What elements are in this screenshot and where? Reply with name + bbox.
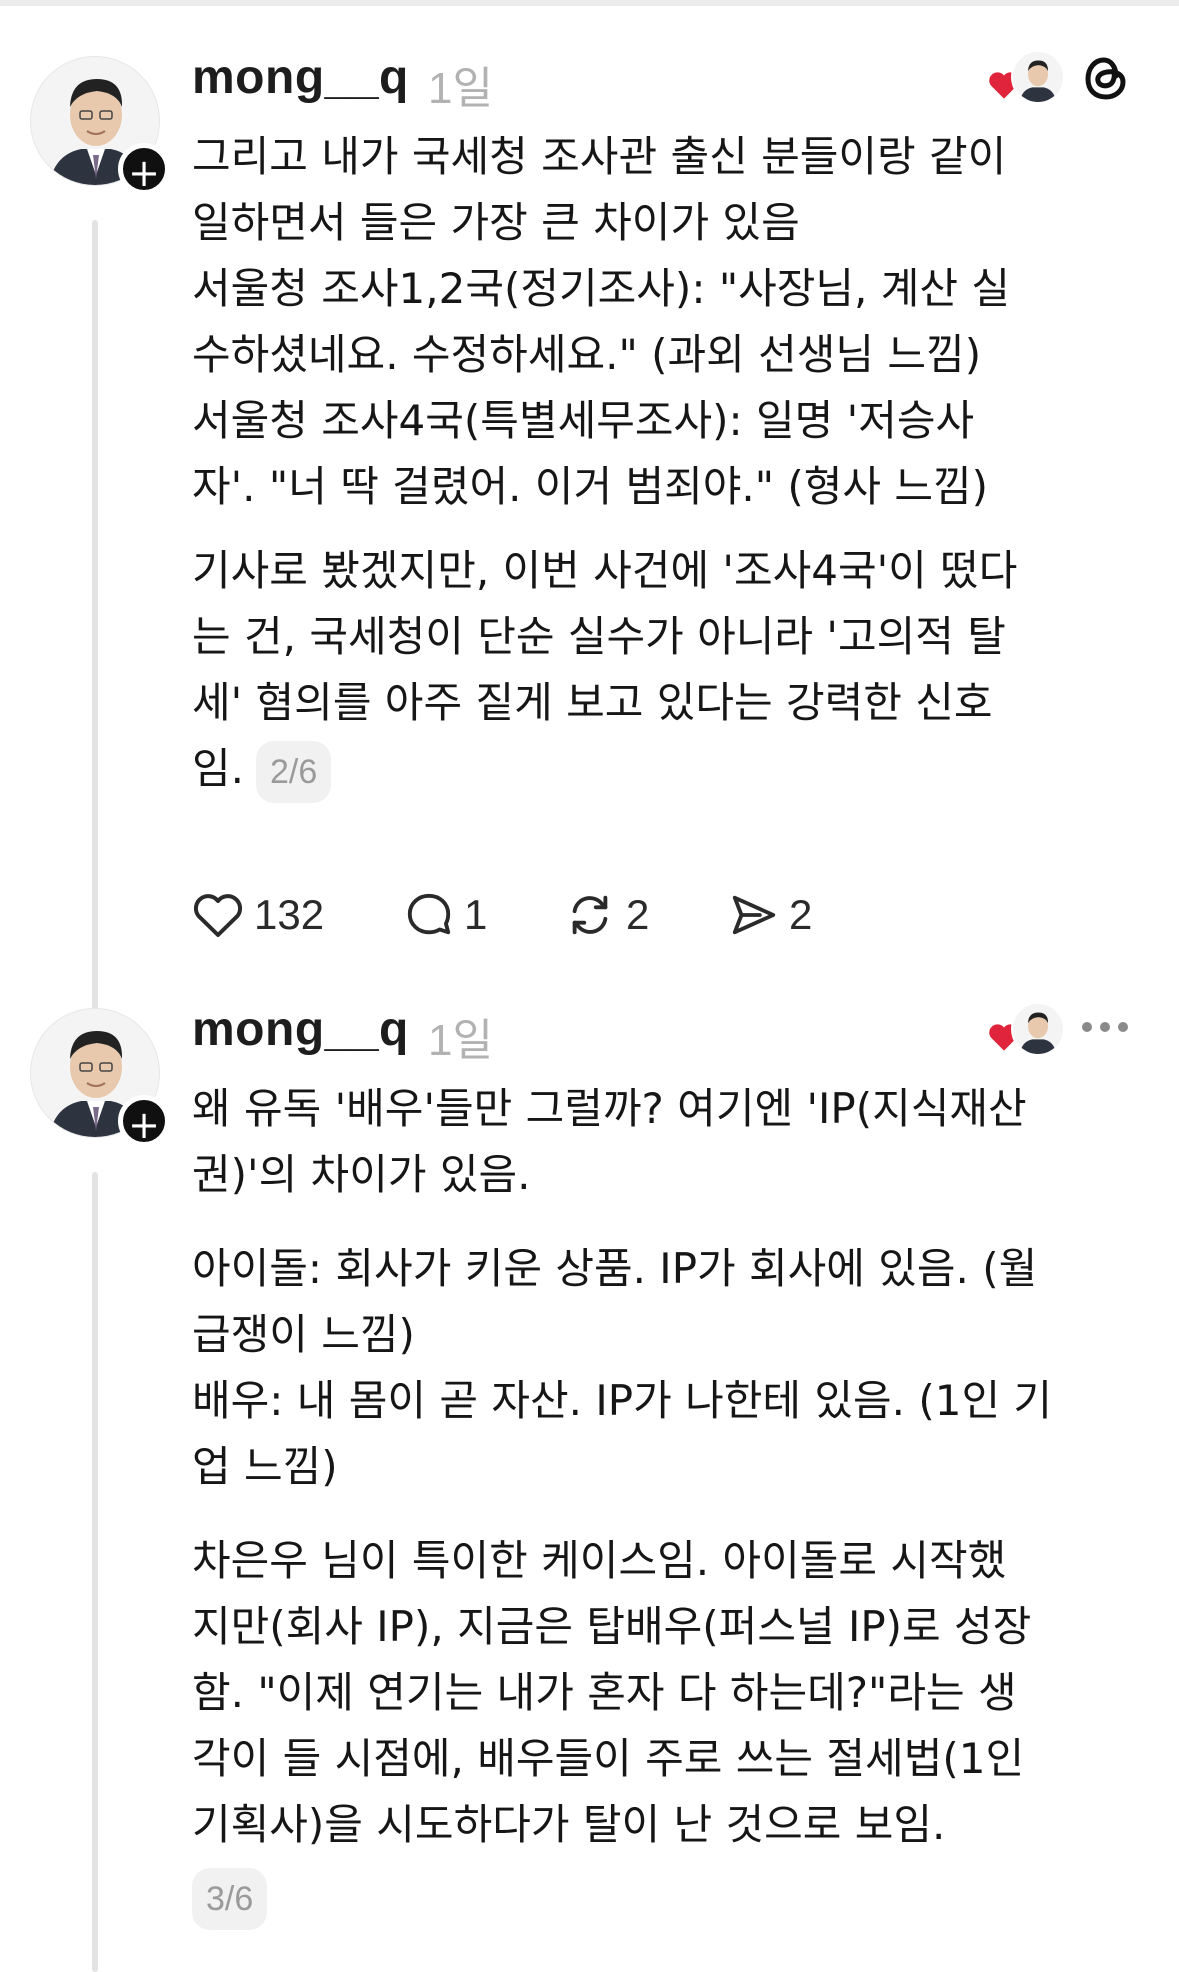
post-actions: 132 1 2 2 — [192, 885, 892, 945]
post-header: mong__q 1일 — [192, 50, 1152, 120]
text-line: 기획사)을 시도하다가 탈이 난 것으로 보임. — [192, 1800, 946, 1849]
post-header: mong__q 1일 — [192, 1002, 1152, 1072]
follow-plus-button[interactable]: + — [118, 1095, 170, 1147]
share-button[interactable]: 2 — [729, 885, 812, 945]
person-photo-icon — [1013, 52, 1063, 102]
author-avatar[interactable]: + — [30, 56, 170, 195]
text-line: 서울청 조사1,2국(정기조사): "사장님, 계산 실 — [192, 264, 1011, 313]
text-line: 임. 2/6 — [192, 736, 1152, 803]
heart-icon — [193, 894, 243, 937]
username[interactable]: mong__q — [192, 1002, 409, 1057]
text-line: 일하면서 들은 가장 큰 차이가 있음 — [192, 198, 800, 247]
text-line: 는 건, 국세청이 단순 실수가 아니라 '고의적 탈 — [192, 612, 1006, 661]
post-text: 그리고 내가 국세청 조사관 출신 분들이랑 같이 일하면서 들은 가장 큰 차… — [192, 124, 1152, 803]
reply-button[interactable]: 1 — [404, 885, 487, 945]
text-line: 권)'의 차이가 있음. — [192, 1150, 531, 1199]
repost-icon — [572, 895, 608, 935]
text-line: 업 느낌) — [192, 1442, 338, 1491]
text-line: 급쟁이 느낌) — [192, 1310, 415, 1359]
repost-button[interactable]: 2 — [564, 885, 649, 945]
text-line: 자'. "너 딱 걸렸어. 이거 범죄야." (형사 느낌) — [192, 462, 989, 511]
reply-count: 1 — [464, 891, 488, 938]
liked-by-author — [987, 1002, 1067, 1058]
text-line: 각이 들 시점에, 배우들이 주로 쓰는 절세법(1인 — [192, 1734, 1025, 1783]
repost-count: 2 — [626, 891, 650, 938]
post-text: 왜 유독 '배우'들만 그럴까? 여기엔 'IP(지식재산 권)'의 차이가 있… — [192, 1076, 1152, 1930]
text-line: 수하셨네요. 수정하세요." (과외 선생님 느낌) — [192, 330, 982, 379]
page-counter-row: 3/6 — [192, 1868, 1152, 1930]
thread-line — [92, 1172, 98, 1972]
text-line: 아이돌: 회사가 키운 상품. IP가 회사에 있음. (월 — [192, 1244, 1038, 1293]
page-counter-badge: 3/6 — [192, 1868, 268, 1930]
author-avatar[interactable]: + — [30, 1008, 170, 1147]
text-line: 차은우 님이 특이한 케이스임. 아이돌로 시작했 — [192, 1536, 1007, 1585]
mini-avatar — [1011, 1002, 1065, 1056]
more-options-icon[interactable] — [1080, 1020, 1130, 1034]
text-line: 그리고 내가 국세청 조사관 출신 분들이랑 같이 — [192, 132, 1007, 181]
text-line: 왜 유독 '배우'들만 그럴까? 여기엔 'IP(지식재산 — [192, 1084, 1027, 1133]
page-counter-badge: 2/6 — [256, 740, 332, 803]
like-button[interactable]: 132 — [192, 885, 324, 945]
post-time: 1일 — [428, 1016, 493, 1065]
text-line: 기사로 봤겠지만, 이번 사건에 '조사4국'이 떴다 — [192, 546, 1018, 595]
share-count: 2 — [789, 891, 813, 938]
person-photo-icon — [1013, 1004, 1063, 1054]
text-line-last: 임. — [192, 744, 244, 793]
send-icon — [732, 895, 776, 935]
mini-avatar — [1011, 50, 1065, 104]
text-line: 서울청 조사4국(특별세무조사): 일명 '저승사 — [192, 396, 975, 445]
liked-by-author — [987, 50, 1067, 106]
post-time: 1일 — [428, 64, 493, 113]
thread-line — [92, 220, 98, 1100]
text-line: 함. "이제 연기는 내가 혼자 다 하는데?"라는 생 — [192, 1668, 1017, 1717]
top-divider — [0, 0, 1179, 6]
username[interactable]: mong__q — [192, 50, 409, 105]
text-line: 배우: 내 몸이 곧 자산. IP가 나한테 있음. (1인 기 — [192, 1376, 1053, 1425]
comment-bubble-icon — [407, 893, 451, 935]
follow-plus-button[interactable]: + — [118, 143, 170, 195]
like-count: 132 — [254, 891, 325, 938]
text-line: 세' 혐의를 아주 짙게 보고 있다는 강력한 신호 — [192, 678, 993, 727]
threads-logo-icon[interactable] — [1082, 52, 1130, 104]
text-line: 지만(회사 IP), 지금은 탑배우(퍼스널 IP)로 성장 — [192, 1602, 1032, 1651]
